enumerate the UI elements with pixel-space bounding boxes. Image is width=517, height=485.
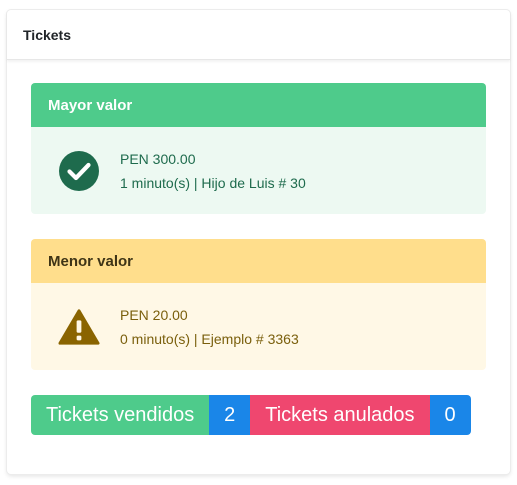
highest-amount: PEN 300.00: [120, 150, 196, 167]
card-title: Tickets: [7, 10, 510, 60]
warning-triangle-icon: [58, 306, 100, 348]
tickets-voided-label: Tickets anulados: [250, 395, 430, 435]
ticket-stats-bar: Tickets vendidos 2 Tickets anulados 0: [31, 395, 471, 435]
highest-value-panel: Mayor valor PEN 300.00 1 minuto(s) | Hij…: [31, 83, 486, 214]
tickets-sold-count: 2: [209, 395, 251, 435]
tickets-card: Tickets Mayor valor PEN 300.00 1 minuto(…: [7, 10, 510, 474]
check-circle-icon: [58, 150, 100, 192]
lowest-amount: PEN 20.00: [120, 306, 188, 323]
tickets-sold-label: Tickets vendidos: [31, 395, 210, 435]
tickets-voided-count: 0: [429, 395, 471, 435]
lowest-detail: 0 minuto(s) | Ejemplo # 3363: [120, 330, 299, 347]
lowest-value-text: PEN 20.00 0 minuto(s) | Ejemplo # 3363: [120, 303, 299, 351]
highest-detail: 1 minuto(s) | Hijo de Luis # 30: [120, 174, 306, 191]
lowest-value-body: PEN 20.00 0 minuto(s) | Ejemplo # 3363: [31, 283, 486, 370]
lowest-value-header: Menor valor: [31, 239, 486, 283]
highest-value-header: Mayor valor: [31, 83, 486, 127]
highest-value-body: PEN 300.00 1 minuto(s) | Hijo de Luis # …: [31, 127, 486, 214]
lowest-value-panel: Menor valor PEN 20.00 0 minuto(s) | Ejem…: [31, 239, 486, 370]
highest-value-text: PEN 300.00 1 minuto(s) | Hijo de Luis # …: [120, 147, 306, 195]
